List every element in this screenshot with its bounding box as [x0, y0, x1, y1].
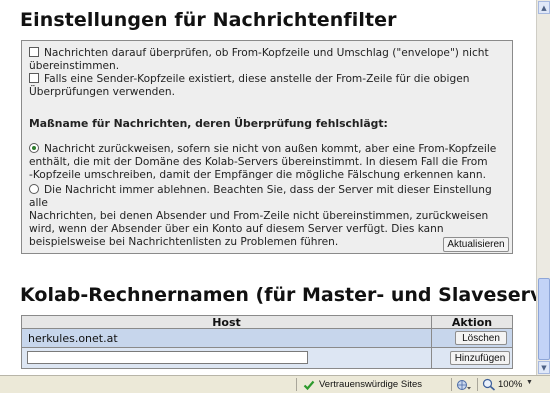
- check-sender-checkbox[interactable]: [29, 73, 39, 83]
- column-divider: [431, 316, 432, 368]
- settings-title: Einstellungen für Nachrichtenfilter: [20, 9, 397, 31]
- option-reject-foreign-row: Nachricht zurückweisen, sofern sie nicht…: [29, 143, 507, 182]
- check-sender-label-1: Falls eine Sender-Kopfzeile existiert, d…: [44, 73, 470, 85]
- update-button[interactable]: Aktualisieren: [443, 237, 509, 252]
- status-separator: [477, 378, 478, 391]
- status-bar: Vertrauenswürdige Sites 100% ▼: [0, 375, 550, 393]
- check-envelope-label: Nachrichten darauf überprüfen, ob From-K…: [29, 47, 489, 72]
- option-always-reject-label-3: wird, wenn der Absender über ein Konto a…: [29, 223, 444, 235]
- status-separator: [296, 378, 297, 391]
- option-always-reject-label-2: Nachrichten, bei denen Absender und From…: [29, 210, 489, 222]
- measure-heading: Maßname für Nachrichten, deren Überprüfu…: [29, 117, 388, 130]
- zoom-dropdown-icon[interactable]: ▼: [526, 379, 533, 386]
- add-host-button[interactable]: Hinzufügen: [450, 351, 510, 365]
- col-action-header: Aktion: [432, 316, 512, 329]
- security-zone-label: Vertrauenswürdige Sites: [319, 379, 422, 390]
- new-host-input[interactable]: [27, 351, 308, 364]
- option-reject-foreign-label-3: -Kopfzeile umschreiben, damit der Empfän…: [29, 169, 486, 181]
- hosts-table: Host Aktion herkules.onet.at Löschen Hin…: [21, 315, 513, 369]
- vertical-scrollbar[interactable]: ▲ ▼: [536, 0, 550, 375]
- host-cell: herkules.onet.at: [28, 332, 118, 345]
- option-always-reject-label-4: beispielsweise bei Nachrichtenlisten zu …: [29, 236, 339, 248]
- check-sender-row: Falls eine Sender-Kopfzeile existiert, d…: [29, 73, 507, 99]
- trusted-check-icon: [303, 380, 315, 391]
- zoom-level[interactable]: 100%: [498, 379, 522, 390]
- filter-settings-panel: Nachrichten darauf überprüfen, ob From-K…: [21, 40, 513, 254]
- scroll-up-arrow-icon[interactable]: ▲: [538, 1, 550, 14]
- check-envelope-checkbox[interactable]: [29, 47, 39, 57]
- status-separator: [451, 378, 452, 391]
- scroll-down-arrow-icon[interactable]: ▼: [538, 361, 550, 374]
- option-reject-foreign-label-2: enthält, die mit der Domäne des Kolab-Se…: [29, 156, 488, 168]
- scrollbar-thumb[interactable]: [538, 278, 550, 360]
- check-envelope-row: Nachrichten darauf überprüfen, ob From-K…: [29, 47, 507, 73]
- table-row: herkules.onet.at Löschen: [22, 329, 512, 348]
- protected-mode-icon[interactable]: [456, 378, 472, 391]
- option-reject-foreign-label-1: Nachricht zurückweisen, sofern sie nicht…: [44, 143, 497, 155]
- check-sender-label-2: Überprüfungen verwenden.: [29, 86, 175, 98]
- page-content: Einstellungen für Nachrichtenfilter Nach…: [0, 0, 536, 375]
- add-host-row: Hinzufügen: [22, 348, 512, 368]
- col-host-header: Host: [22, 316, 431, 329]
- hosts-title: Kolab-Rechnernamen (für Master- und Slav…: [20, 284, 536, 306]
- option-always-reject-radio[interactable]: [29, 184, 39, 194]
- option-reject-foreign-radio[interactable]: [29, 143, 39, 153]
- option-always-reject-label-1: Die Nachricht immer ablehnen. Beachten S…: [29, 184, 492, 209]
- option-always-reject-row: Die Nachricht immer ablehnen. Beachten S…: [29, 184, 507, 249]
- delete-host-button[interactable]: Löschen: [455, 331, 507, 345]
- zoom-icon[interactable]: [482, 378, 496, 391]
